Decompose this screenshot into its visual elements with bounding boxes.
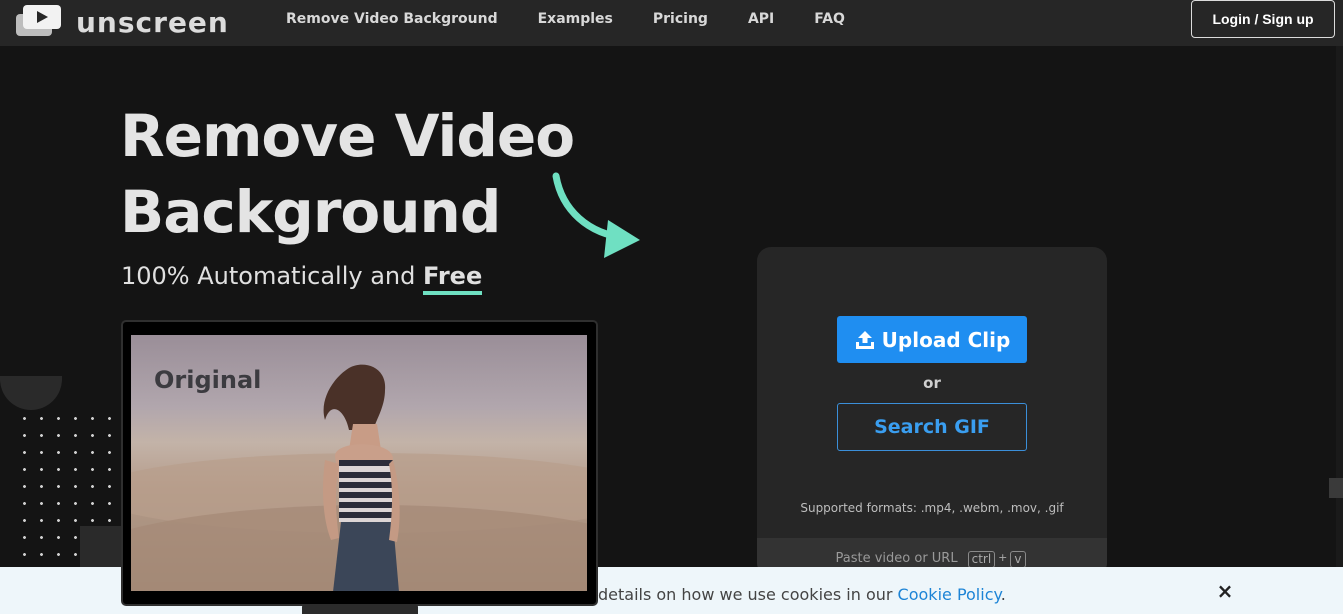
key-v: v [1010,551,1026,568]
supported-formats: Supported formats: .mp4, .webm, .mov, .g… [800,501,1064,515]
upload-card: Upload Clip or Search GIF Supported form… [757,247,1107,577]
cookie-text: details on how we use cookies in our Coo… [598,585,1006,604]
paste-label: Paste video or URL [835,551,958,566]
cookie-message: details on how we use cookies in our [598,585,898,604]
woman-figure-icon [301,360,421,591]
hero-title-line-2: Background [120,178,501,246]
upload-clip-label: Upload Clip [881,327,1011,352]
decorative-half-circle [0,376,62,410]
nav-links: Remove Video Background Examples Pricing… [286,0,885,38]
nav-link-api[interactable]: API [748,11,774,27]
cookie-policy-link[interactable]: Cookie Policy [898,585,1001,604]
nav-link-examples[interactable]: Examples [538,11,613,27]
login-signup-button[interactable]: Login / Sign up [1191,0,1335,38]
upload-clip-button[interactable]: Upload Clip [837,316,1027,363]
hero-subtitle: 100% Automatically and Free [121,262,483,295]
key-plus: + [998,551,1008,564]
key-ctrl: ctrl [967,551,996,568]
top-nav: unscreen Remove Video Background Example… [0,0,1343,46]
decorative-block [80,526,122,570]
hero-subtitle-prefix: 100% Automatically and [121,262,423,290]
video-logo-icon [16,4,62,40]
preview-video: Original [131,335,587,591]
curved-arrow-icon [548,170,648,269]
preview-original-label: Original [154,366,262,394]
hero-title-line-1: Remove Video [120,102,575,170]
nav-link-faq[interactable]: FAQ [814,11,845,27]
upload-icon [854,329,876,351]
monitor-stand [302,604,418,614]
or-divider: or [923,374,941,392]
hero-title: Remove Video Background [120,98,575,250]
nav-link-pricing[interactable]: Pricing [653,11,708,27]
hero-subtitle-free: Free [422,262,483,295]
scrollbar-thumb[interactable] [1329,478,1343,498]
brand-name: unscreen [76,5,229,39]
preview-monitor: Original [121,320,598,606]
close-icon[interactable]: × [1215,579,1235,603]
search-gif-button[interactable]: Search GIF [837,403,1027,451]
brand-logo[interactable]: unscreen [16,4,229,40]
cookie-suffix: . [1000,585,1006,604]
nav-link-remove-video-background[interactable]: Remove Video Background [286,11,498,27]
